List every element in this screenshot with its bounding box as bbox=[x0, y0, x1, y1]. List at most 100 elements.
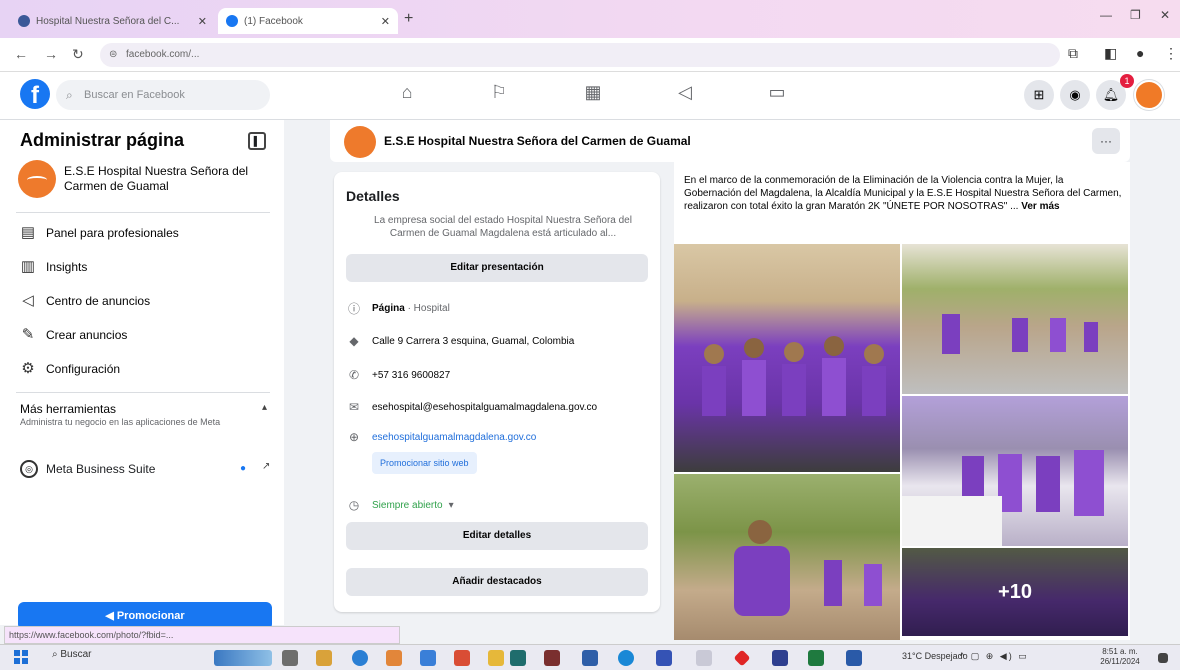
app-icon[interactable] bbox=[420, 650, 436, 666]
app-icon[interactable] bbox=[510, 650, 526, 666]
meta-business-suite-link[interactable]: ◎ Meta Business Suite bbox=[20, 460, 155, 478]
tab-title: Hospital Nuestra Señora del C... bbox=[36, 15, 180, 27]
app-icon[interactable] bbox=[733, 649, 751, 667]
excel-icon[interactable] bbox=[808, 650, 824, 666]
browser-tab-hospital[interactable]: Hospital Nuestra Señora del C... ✕ bbox=[10, 8, 215, 34]
app-icon[interactable] bbox=[386, 650, 402, 666]
more-tools-header[interactable]: Más herramientas bbox=[20, 402, 116, 416]
page-avatar[interactable] bbox=[344, 126, 376, 158]
pages-flag-icon[interactable]: ⚐ bbox=[484, 82, 514, 108]
ads-megaphone-icon[interactable]: ◁ bbox=[670, 82, 700, 108]
url-text: facebook.com/... bbox=[126, 49, 200, 60]
app-icon[interactable] bbox=[656, 650, 672, 666]
chevron-down-icon[interactable]: ▾ bbox=[449, 500, 454, 511]
hours-text[interactable]: Siempre abierto bbox=[372, 500, 443, 511]
add-featured-button[interactable]: Añadir destacados bbox=[346, 568, 648, 596]
sidebar-item-professional-dashboard[interactable]: ▤ Panel para profesionales bbox=[18, 218, 179, 248]
event-photo-runner[interactable] bbox=[674, 474, 900, 640]
screen: Hospital Nuestra Señora del C... ✕ (1) F… bbox=[0, 0, 1180, 670]
sidebar-item-ads-center[interactable]: ◁ Centro de anuncios bbox=[18, 286, 150, 316]
photo-women bbox=[902, 450, 1104, 546]
new-tab-button[interactable]: + bbox=[404, 10, 413, 28]
promote-website-button[interactable]: Promocionar sitio web bbox=[372, 452, 477, 474]
app-icon[interactable] bbox=[582, 650, 598, 666]
edge-icon[interactable] bbox=[618, 650, 634, 666]
collapse-sidebar-icon[interactable]: ▌ bbox=[248, 132, 266, 150]
account-avatar[interactable] bbox=[1134, 80, 1164, 110]
more-options-button[interactable]: ··· bbox=[1092, 128, 1120, 154]
app-icon[interactable] bbox=[696, 650, 712, 666]
sidebar-item-settings[interactable]: ⚙ Configuración bbox=[18, 354, 120, 384]
minimize-icon[interactable]: — bbox=[1100, 8, 1112, 22]
extensions-icon[interactable]: ⧉ bbox=[1068, 45, 1078, 62]
close-icon[interactable]: ✕ bbox=[381, 15, 390, 28]
profile-icon[interactable]: ● bbox=[1136, 45, 1144, 61]
facebook-logo-icon[interactable]: f bbox=[20, 79, 50, 109]
app-icon[interactable] bbox=[544, 650, 560, 666]
word-icon[interactable] bbox=[846, 650, 862, 666]
divider bbox=[16, 392, 270, 393]
event-photo-runners[interactable] bbox=[902, 244, 1128, 394]
event-photo-group[interactable] bbox=[674, 244, 900, 472]
notification-center-icon[interactable] bbox=[1158, 653, 1168, 663]
site-info-icon[interactable]: ⊜ bbox=[109, 43, 117, 67]
photo-runners bbox=[942, 314, 1098, 354]
apps-grid-icon[interactable]: ⊞ bbox=[1024, 80, 1054, 110]
close-icon[interactable]: ✕ bbox=[198, 15, 207, 28]
post-card: En el marco de la conmemoración de la El… bbox=[674, 162, 1130, 640]
chevron-up-icon[interactable]: ▴ bbox=[262, 402, 267, 413]
maximize-icon[interactable]: ❐ bbox=[1130, 8, 1141, 22]
taskbar-search-label: Buscar bbox=[60, 649, 92, 660]
sidebar-item-label: Insights bbox=[46, 260, 88, 274]
phone-row: ✆ +57 316 9600827 bbox=[346, 368, 450, 382]
event-photo-women[interactable] bbox=[902, 396, 1128, 546]
page-header-title[interactable]: E.S.E Hospital Nuestra Señora del Carmen… bbox=[384, 134, 691, 148]
hours-row: ◷ Siempre abierto ▾ bbox=[346, 498, 454, 512]
system-tray-icons[interactable]: ^ ▢ ⊕ ◀) ▭ bbox=[960, 651, 1029, 662]
search-input[interactable]: ⌕ Buscar en Facebook bbox=[56, 80, 270, 110]
facebook-favicon-icon bbox=[226, 15, 238, 27]
app-icon[interactable] bbox=[772, 650, 788, 666]
page-name-link[interactable]: E.S.E Hospital Nuestra Señora del Carmen… bbox=[64, 164, 269, 194]
sidebar-item-insights[interactable]: ▥ Insights bbox=[18, 252, 87, 282]
taskbar-search[interactable]: ⌕ Buscar bbox=[52, 649, 92, 660]
home-icon[interactable]: ⌂ bbox=[392, 82, 422, 108]
chrome-icon[interactable] bbox=[352, 650, 368, 666]
windows-start-icon[interactable] bbox=[14, 650, 28, 664]
website-link[interactable]: esehospitalguamalmagdalena.gov.co bbox=[372, 432, 536, 443]
details-card: Detalles La empresa social del estado Ho… bbox=[334, 172, 660, 612]
browser-toolbar: ← → ↻ ⊜ facebook.com/... ⧉ ◧ ● ⋮ bbox=[0, 38, 1180, 72]
browser-tab-facebook[interactable]: (1) Facebook ✕ bbox=[218, 8, 398, 34]
menu-icon[interactable]: ⋮ bbox=[1164, 45, 1178, 62]
reload-icon[interactable]: ↻ bbox=[72, 46, 84, 63]
email-row: ✉ esehospital@esehospitalguamalmagdalena… bbox=[346, 400, 597, 414]
taskbar-clock[interactable]: 8:51 a. m. 26/11/2024 bbox=[1090, 647, 1150, 667]
page-category: · Hospital bbox=[407, 303, 450, 314]
more-photos-count[interactable]: +10 bbox=[902, 548, 1128, 636]
event-photo-more[interactable]: +10 bbox=[902, 548, 1128, 636]
app-icon[interactable] bbox=[488, 650, 504, 666]
video-icon[interactable]: ▭ bbox=[762, 82, 792, 108]
weather-widget[interactable]: 31°C Despejado bbox=[902, 651, 968, 661]
link-status-bar: https://www.facebook.com/photo/?fbid=... bbox=[4, 626, 400, 644]
file-explorer-icon[interactable] bbox=[316, 650, 332, 666]
forward-icon[interactable]: → bbox=[44, 46, 58, 62]
address-bar[interactable]: ⊜ facebook.com/... bbox=[100, 43, 1060, 67]
sidebar-item-create-ads[interactable]: ✎ Crear anuncios bbox=[18, 320, 128, 350]
page-avatar[interactable] bbox=[18, 160, 56, 198]
edit-details-button[interactable]: Editar detalles bbox=[346, 522, 648, 550]
close-window-icon[interactable]: ✕ bbox=[1160, 8, 1170, 22]
external-link-icon[interactable]: ↗ bbox=[262, 461, 270, 472]
phone-icon: ✆ bbox=[348, 368, 360, 382]
task-view-icon[interactable] bbox=[282, 650, 298, 666]
back-icon[interactable]: ← bbox=[14, 46, 28, 62]
sidebar-item-label: Panel para profesionales bbox=[46, 226, 179, 240]
sidepanel-icon[interactable]: ◧ bbox=[1104, 45, 1117, 62]
messenger-icon[interactable]: ◉ bbox=[1060, 80, 1090, 110]
edit-intro-button[interactable]: Editar presentación bbox=[346, 254, 648, 282]
app-icon[interactable] bbox=[454, 650, 470, 666]
taskbar-widget-icon[interactable] bbox=[214, 650, 272, 666]
marketplace-icon[interactable]: ▦ bbox=[578, 82, 608, 108]
search-icon: ⌕ bbox=[66, 88, 73, 102]
see-more-link[interactable]: Ver más bbox=[1021, 201, 1059, 212]
